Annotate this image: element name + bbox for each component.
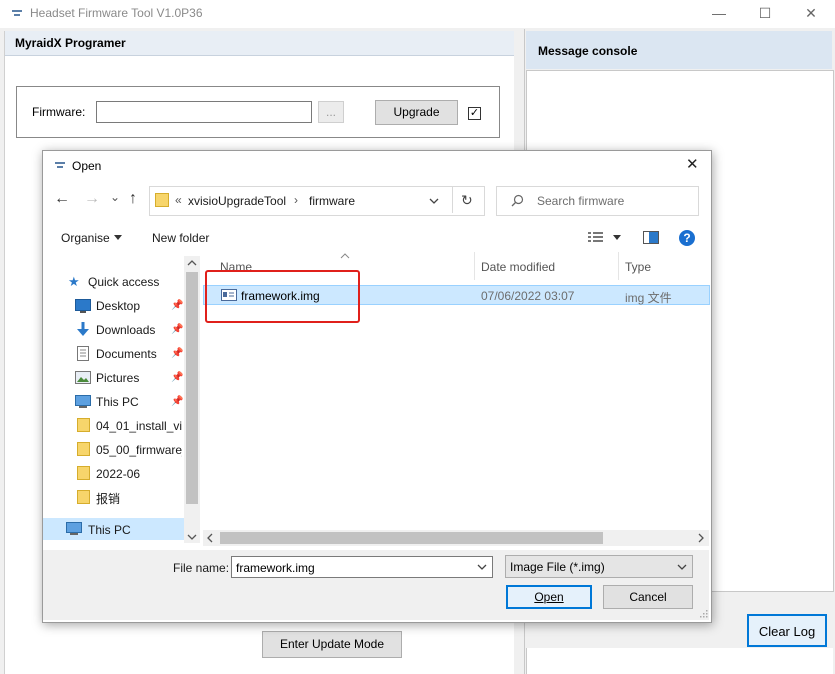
forward-button[interactable]: → bbox=[84, 190, 100, 208]
computer-icon bbox=[66, 522, 82, 535]
console-footer bbox=[526, 648, 833, 674]
pin-icon: 📌 bbox=[171, 300, 184, 311]
filetype-value: Image File (*.img) bbox=[510, 560, 605, 574]
folder-icon bbox=[77, 418, 90, 432]
document-icon bbox=[77, 346, 89, 361]
scroll-left-icon[interactable] bbox=[206, 533, 214, 543]
desktop-icon bbox=[75, 299, 91, 313]
nav-item-folder-reimbursement[interactable]: 报销 bbox=[96, 490, 120, 507]
nav-item-pictures[interactable]: Pictures bbox=[96, 371, 139, 385]
column-header-date[interactable]: Date modified bbox=[481, 260, 555, 274]
minimize-button[interactable]: — bbox=[696, 0, 742, 28]
new-folder-button[interactable]: New folder bbox=[152, 231, 209, 245]
pin-icon: 📌 bbox=[171, 396, 184, 407]
folder-icon bbox=[77, 490, 90, 504]
console-header: Message console bbox=[526, 31, 832, 69]
sort-ascending-icon bbox=[340, 253, 350, 259]
nav-item-folder-2022-06[interactable]: 2022-06 bbox=[96, 467, 140, 481]
programmer-title: MyraidX Programer bbox=[15, 36, 126, 50]
search-placeholder: Search firmware bbox=[537, 194, 625, 208]
breadcrumb-xvisio[interactable]: xvisioUpgradeTool bbox=[188, 194, 286, 208]
view-chevron-icon[interactable] bbox=[613, 235, 621, 241]
folder-icon bbox=[77, 466, 90, 480]
download-icon bbox=[77, 322, 89, 336]
close-button[interactable]: ✕ bbox=[788, 0, 834, 28]
picture-icon bbox=[75, 371, 91, 384]
address-divider bbox=[452, 187, 453, 213]
nav-scroll-thumb[interactable] bbox=[186, 272, 198, 504]
firmware-path-input[interactable] bbox=[96, 101, 312, 123]
view-details-icon[interactable] bbox=[588, 231, 604, 243]
file-list-scroll-thumb[interactable] bbox=[220, 532, 603, 544]
nav-item-documents[interactable]: Documents bbox=[96, 347, 157, 361]
filename-value: framework.img bbox=[236, 561, 315, 575]
dialog-title: Open bbox=[72, 159, 102, 173]
file-type: img 文件 bbox=[625, 291, 672, 305]
organise-chevron-icon bbox=[114, 235, 122, 240]
preview-pane-icon[interactable] bbox=[643, 231, 659, 244]
nav-item-this-pc-quick[interactable]: This PC bbox=[96, 395, 139, 409]
upgrade-checkbox[interactable]: ✓ bbox=[468, 107, 481, 120]
dialog-app-icon bbox=[55, 162, 65, 168]
column-header-type[interactable]: Type bbox=[625, 260, 651, 274]
highlight-annotation bbox=[205, 270, 360, 323]
dialog-close-button[interactable]: ✕ bbox=[686, 155, 699, 173]
app-icon bbox=[12, 10, 22, 16]
cancel-button[interactable]: Cancel bbox=[603, 585, 693, 609]
maximize-button[interactable]: ☐ bbox=[742, 0, 788, 28]
enter-update-mode-button[interactable]: Enter Update Mode bbox=[262, 631, 402, 658]
resize-grip-icon[interactable] bbox=[698, 608, 708, 618]
nav-item-this-pc[interactable]: This PC bbox=[88, 523, 131, 537]
back-button[interactable]: ← bbox=[54, 190, 70, 208]
breadcrumb-firmware[interactable]: firmware bbox=[309, 194, 355, 208]
organise-button[interactable]: Organise bbox=[61, 231, 110, 245]
scroll-right-icon[interactable] bbox=[697, 533, 705, 543]
folder-icon bbox=[77, 442, 90, 456]
filetype-select[interactable]: Image File (*.img) bbox=[505, 555, 693, 578]
browse-button[interactable]: ... bbox=[318, 101, 344, 123]
recent-locations-button[interactable]: ⌄ bbox=[110, 190, 120, 204]
nav-item-desktop[interactable]: Desktop bbox=[96, 299, 140, 313]
window-title: Headset Firmware Tool V1.0P36 bbox=[30, 6, 203, 20]
programmer-header: MyraidX Programer bbox=[5, 31, 514, 56]
breadcrumb-overflow[interactable]: « bbox=[175, 193, 182, 207]
star-icon: ★ bbox=[68, 274, 80, 289]
chevron-down-icon[interactable] bbox=[677, 564, 687, 571]
chevron-down-icon[interactable] bbox=[477, 564, 487, 571]
upgrade-button[interactable]: Upgrade bbox=[375, 100, 458, 125]
column-divider[interactable] bbox=[618, 252, 619, 280]
filename-input[interactable]: framework.img bbox=[231, 556, 493, 578]
pin-icon: 📌 bbox=[171, 348, 184, 359]
chevron-down-icon[interactable] bbox=[429, 197, 439, 205]
nav-item-folder-firmware[interactable]: 05_00_firmware_ bbox=[96, 443, 182, 457]
pin-icon: 📌 bbox=[171, 324, 184, 335]
pin-icon: 📌 bbox=[171, 372, 184, 383]
scroll-up-icon[interactable] bbox=[187, 259, 197, 267]
search-icon bbox=[511, 194, 524, 207]
nav-item-folder-install[interactable]: 04_01_install_vie bbox=[96, 419, 182, 433]
breadcrumb-separator: › bbox=[294, 193, 298, 207]
help-icon[interactable]: ? bbox=[679, 230, 695, 246]
open-button[interactable]: Open bbox=[506, 585, 592, 609]
nav-item-downloads[interactable]: Downloads bbox=[96, 323, 155, 337]
file-date: 07/06/2022 03:07 bbox=[481, 289, 575, 303]
nav-item-quick-access[interactable]: Quick access bbox=[88, 275, 159, 289]
clear-log-button[interactable]: Clear Log bbox=[747, 614, 827, 647]
folder-icon bbox=[155, 193, 169, 207]
scroll-down-icon[interactable] bbox=[187, 533, 197, 541]
computer-icon bbox=[75, 395, 91, 408]
up-button[interactable]: ↑ bbox=[129, 190, 137, 208]
column-divider[interactable] bbox=[474, 252, 475, 280]
refresh-button[interactable]: ↻ bbox=[461, 192, 473, 209]
firmware-label: Firmware: bbox=[32, 105, 86, 119]
filename-label: File name: bbox=[173, 561, 230, 575]
console-title: Message console bbox=[538, 44, 638, 58]
